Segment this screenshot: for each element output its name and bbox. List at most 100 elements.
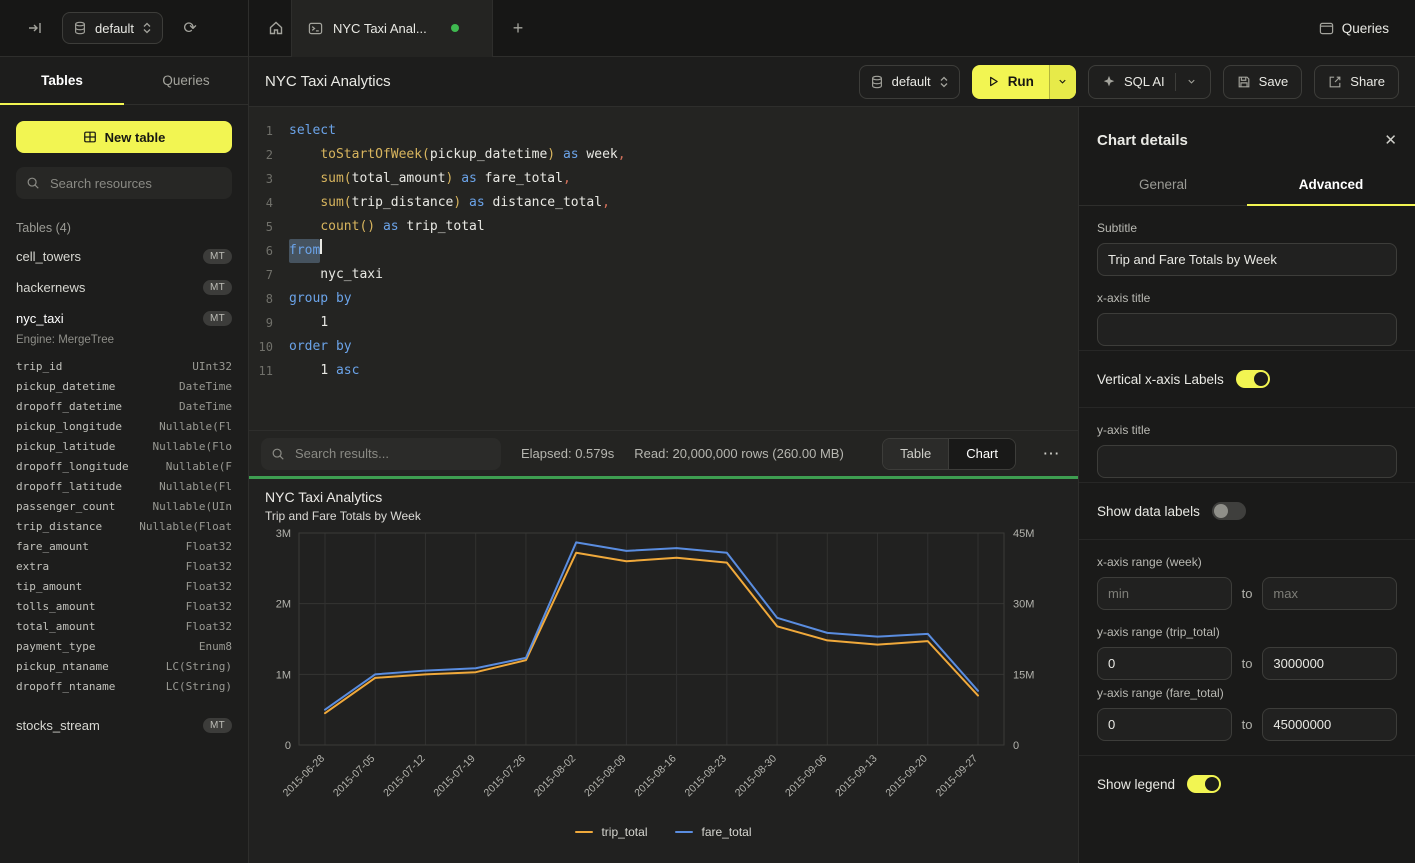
selector-updown-icon <box>142 21 152 35</box>
show-data-labels-toggle[interactable] <box>1212 502 1246 520</box>
chart-legend: trip_total fare_total <box>265 825 1062 839</box>
column-name: fare_amount <box>16 540 89 553</box>
vertical-labels-label: Vertical x-axis Labels <box>1097 372 1224 387</box>
code-token: count() <box>320 215 375 239</box>
column-name: pickup_latitude <box>16 440 115 453</box>
chart-details-panel: Chart details ✕ General Advanced Subtitl… <box>1078 107 1415 863</box>
database-icon <box>870 75 884 89</box>
xrange-row: to <box>1097 577 1397 610</box>
selector-updown-icon <box>939 75 949 89</box>
database-selector-value: default <box>95 21 134 36</box>
panel-header: Chart details ✕ <box>1079 107 1415 165</box>
code-line[interactable]: 6from <box>249 239 1078 263</box>
column-list: trip_idUInt32pickup_datetimeDateTimedrop… <box>0 354 248 696</box>
code-token <box>289 215 320 239</box>
yrange-trip-min-input[interactable] <box>1097 647 1232 680</box>
tab-advanced[interactable]: Advanced <box>1247 165 1415 205</box>
run-database-value: default <box>892 74 931 89</box>
yaxis-title-input[interactable] <box>1097 445 1397 478</box>
column-row: tolls_amountFloat32 <box>0 596 248 616</box>
code-line[interactable]: 10order by <box>249 335 1078 359</box>
code-line[interactable]: 4 sum(trip_distance) as distance_total, <box>249 191 1078 215</box>
sidebar-item-nyc-taxi[interactable]: nyc_taxi MT <box>0 303 248 334</box>
sidebar-item-hackernews[interactable]: hackernews MT <box>0 272 248 303</box>
legend-item[interactable]: trip_total <box>575 825 647 839</box>
xaxis-title-input[interactable] <box>1097 313 1397 346</box>
column-name: dropoff_datetime <box>16 400 122 413</box>
to-label: to <box>1242 586 1253 601</box>
new-tab-button[interactable]: + <box>503 13 533 43</box>
app-body: Tables Queries New table Tables (4) cell… <box>0 57 1415 863</box>
column-row: pickup_ntanameLC(String) <box>0 656 248 676</box>
results-search <box>261 438 501 470</box>
resource-search-input[interactable] <box>48 175 222 192</box>
sql-editor[interactable]: 1select2 toStartOfWeek(pickup_datetime) … <box>249 107 1078 430</box>
refresh-icon[interactable]: ⟳ <box>175 13 205 43</box>
yrange-fare-label: y-axis range (fare_total) <box>1097 686 1397 700</box>
sql-ai-label: SQL AI <box>1124 74 1165 89</box>
xrange-max-input[interactable] <box>1262 577 1397 610</box>
code-token: ) <box>453 191 461 215</box>
yrange-fare-min-input[interactable] <box>1097 708 1232 741</box>
results-toolbar: Elapsed: 0.579s Read: 20,000,000 rows (2… <box>249 430 1078 476</box>
line-number: 5 <box>249 215 289 239</box>
text-cursor <box>320 239 322 254</box>
tab-queries[interactable]: Queries <box>124 57 248 104</box>
more-options-icon[interactable]: ⋯ <box>1036 439 1066 469</box>
code-line[interactable]: 8group by <box>249 287 1078 311</box>
save-button[interactable]: Save <box>1223 65 1303 99</box>
view-chart-segment[interactable]: Chart <box>948 439 1015 469</box>
yrange-trip-max-input[interactable] <box>1262 647 1397 680</box>
share-button[interactable]: Share <box>1314 65 1399 99</box>
new-table-button[interactable]: New table <box>16 121 232 153</box>
run-database-selector[interactable]: default <box>859 65 960 99</box>
sql-ai-button[interactable]: SQL AI <box>1088 65 1211 99</box>
code-line[interactable]: 11 1 asc <box>249 359 1078 383</box>
column-row: tip_amountFloat32 <box>0 576 248 596</box>
legend-label: fare_total <box>701 825 751 839</box>
tab-tables[interactable]: Tables <box>0 57 124 104</box>
code-line[interactable]: 2 toStartOfWeek(pickup_datetime) as week… <box>249 143 1078 167</box>
button-divider <box>1175 73 1176 91</box>
vertical-labels-toggle[interactable] <box>1236 370 1270 388</box>
run-options-caret[interactable] <box>1049 65 1076 99</box>
svg-text:2015-08-09: 2015-08-09 <box>582 753 629 800</box>
sidebar-item-stocks-stream[interactable]: stocks_stream MT <box>0 710 248 741</box>
run-button[interactable]: Run <box>972 65 1076 99</box>
subtitle-input[interactable] <box>1097 243 1397 276</box>
home-icon[interactable] <box>261 13 291 43</box>
column-name: dropoff_ntaname <box>16 680 115 693</box>
share-button-label: Share <box>1350 74 1385 89</box>
column-row: dropoff_ntaname LC(String) <box>0 676 248 696</box>
subtitle-label: Subtitle <box>1097 221 1397 235</box>
code-line[interactable]: 3 sum(total_amount) as fare_total, <box>249 167 1078 191</box>
results-search-input[interactable] <box>293 445 491 462</box>
column-type: DateTime <box>179 380 232 393</box>
collapse-sidebar-icon[interactable] <box>20 13 50 43</box>
column-row: total_amountFloat32 <box>0 616 248 636</box>
tab-general[interactable]: General <box>1079 165 1247 205</box>
code-line[interactable]: 1select <box>249 119 1078 143</box>
legend-item[interactable]: fare_total <box>675 825 751 839</box>
code-line[interactable]: 9 1 <box>249 311 1078 335</box>
code-token: as <box>563 143 579 167</box>
query-tab[interactable]: NYC Taxi Anal... <box>291 0 493 57</box>
close-icon[interactable]: ✕ <box>1384 131 1397 149</box>
column-type: Float32 <box>186 580 232 593</box>
code-line[interactable]: 7 nyc_taxi <box>249 263 1078 287</box>
show-legend-toggle[interactable] <box>1187 775 1221 793</box>
svg-text:2015-07-12: 2015-07-12 <box>381 753 428 800</box>
column-row: trip_distanceNullable(Float <box>0 516 248 536</box>
view-table-segment[interactable]: Table <box>883 439 948 469</box>
queries-button[interactable]: Queries <box>1319 21 1389 36</box>
xrange-min-input[interactable] <box>1097 577 1232 610</box>
show-legend-label: Show legend <box>1097 777 1175 792</box>
database-selector[interactable]: default <box>62 12 163 44</box>
code-token <box>328 359 336 383</box>
sidebar-item-cell-towers[interactable]: cell_towers MT <box>0 241 248 272</box>
yrange-fare-max-input[interactable] <box>1262 708 1397 741</box>
code-token: as <box>469 191 485 215</box>
column-type: LC(String) <box>166 680 232 693</box>
svg-text:2015-08-16: 2015-08-16 <box>632 753 679 800</box>
code-line[interactable]: 5 count() as trip_total <box>249 215 1078 239</box>
